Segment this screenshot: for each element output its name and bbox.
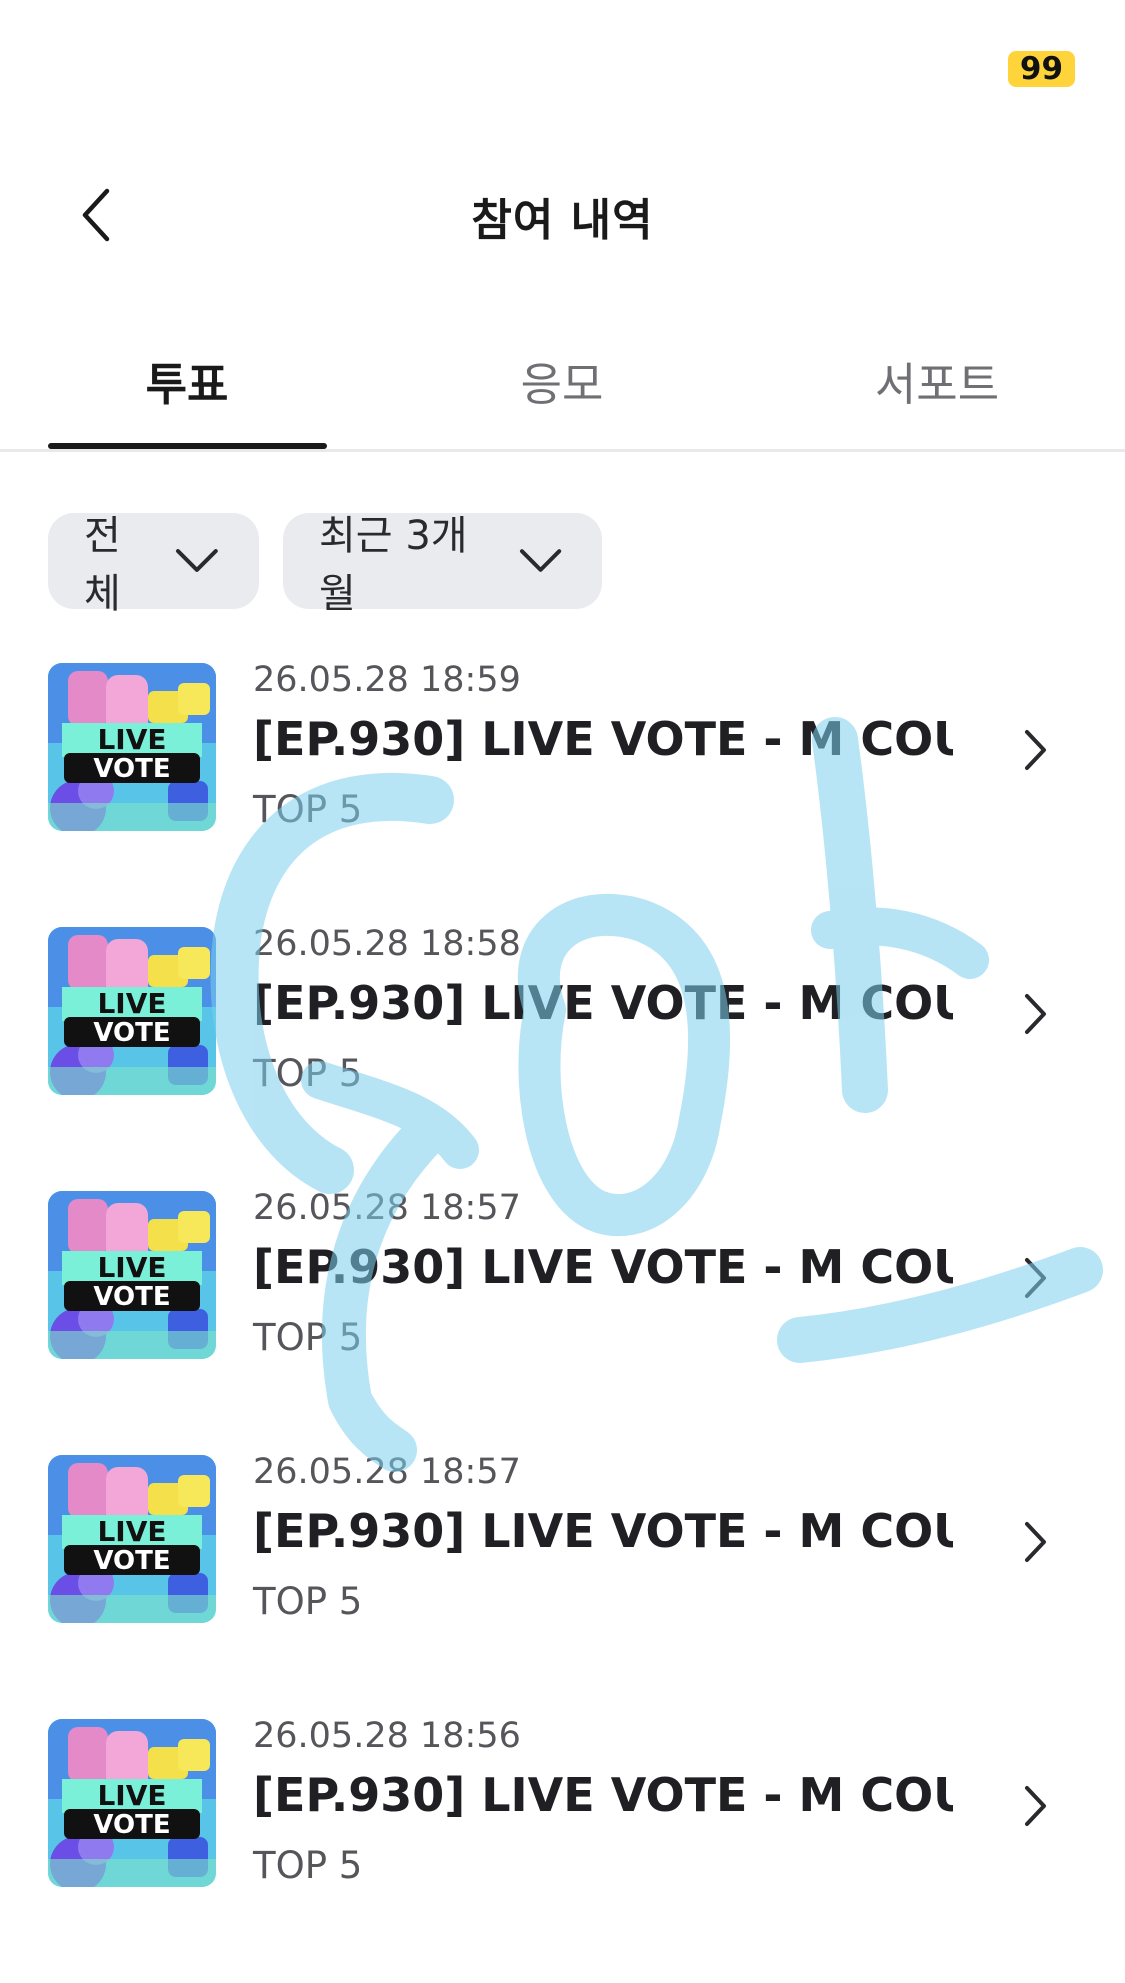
list-item[interactable]: LIVE VOTE 26.05.28 18:56 [EP.930] LIVE V… — [0, 1716, 1125, 1887]
tab-vote[interactable]: 투표 — [47, 348, 327, 413]
period-filter-label: 최근 3개월 — [319, 513, 468, 617]
list-item[interactable]: LIVE VOTE 26.05.28 18:57 [EP.930] LIVE V… — [0, 1188, 1125, 1359]
chevron-right-icon — [1015, 989, 1055, 1039]
item-title: [EP.930] LIVE VOTE - M COU... — [253, 976, 953, 1030]
thumb-line1: LIVE — [97, 1251, 166, 1284]
item-title: [EP.930] LIVE VOTE - M COU... — [253, 1768, 953, 1822]
tab-indicator — [48, 443, 327, 449]
status-bar: 99 — [0, 0, 1125, 140]
period-filter[interactable]: 최근 3개월 — [283, 513, 602, 617]
live-vote-thumbnail: LIVE VOTE — [48, 1191, 216, 1359]
item-date: 26.05.28 18:58 — [253, 924, 521, 964]
item-title: [EP.930] LIVE VOTE - M COU... — [253, 1240, 953, 1294]
thumb-line1: LIVE — [97, 1515, 166, 1548]
item-subtitle: TOP 5 — [253, 1052, 363, 1095]
thumb-line2: VOTE — [93, 1282, 170, 1312]
list-item[interactable]: LIVE VOTE 26.05.28 18:57 [EP.930] LIVE V… — [0, 1452, 1125, 1623]
item-subtitle: TOP 5 — [253, 788, 363, 831]
header: 참여 내역 — [0, 160, 1125, 270]
tab-bar: 투표 응모 서포트 — [0, 330, 1125, 452]
item-date: 26.05.28 18:57 — [253, 1452, 521, 1492]
chevron-right-icon — [1015, 1517, 1055, 1567]
category-filter[interactable]: 전체 — [48, 513, 259, 617]
thumb-line2: VOTE — [93, 1018, 170, 1048]
tab-entry[interactable]: 응모 — [422, 348, 702, 413]
notification-badge: 99 — [1008, 51, 1075, 87]
thumb-line1: LIVE — [97, 723, 166, 756]
list-item[interactable]: LIVE VOTE 26.05.28 18:58 [EP.930] LIVE V… — [0, 924, 1125, 1095]
chevron-down-icon — [176, 549, 219, 572]
live-vote-thumbnail: LIVE VOTE — [48, 927, 216, 1095]
filter-bar: 전체 최근 3개월 — [48, 513, 602, 617]
thumb-line2: VOTE — [93, 754, 170, 784]
item-subtitle: TOP 5 — [253, 1316, 363, 1359]
page-title: 참여 내역 — [471, 195, 654, 246]
item-date: 26.05.28 18:56 — [253, 1716, 521, 1756]
thumb-line1: LIVE — [97, 1779, 166, 1812]
thumb-line2: VOTE — [93, 1546, 170, 1576]
tab-support[interactable]: 서포트 — [797, 348, 1077, 413]
thumb-line1: LIVE — [97, 987, 166, 1020]
chevron-right-icon — [1015, 725, 1055, 775]
category-filter-label: 전체 — [84, 513, 121, 617]
thumb-line2: VOTE — [93, 1810, 170, 1840]
item-date: 26.05.28 18:59 — [253, 660, 521, 700]
live-vote-thumbnail: LIVE VOTE — [48, 1455, 216, 1623]
item-subtitle: TOP 5 — [253, 1844, 363, 1887]
list-item[interactable]: LIVE VOTE 26.05.28 18:59 [EP.930] LIVE V… — [0, 660, 1125, 831]
live-vote-thumbnail: LIVE VOTE — [48, 1719, 216, 1887]
item-title: [EP.930] LIVE VOTE - M COU... — [253, 1504, 953, 1558]
live-vote-thumbnail: LIVE VOTE — [48, 663, 216, 831]
chevron-right-icon — [1015, 1781, 1055, 1831]
chevron-right-icon — [1015, 1253, 1055, 1303]
item-date: 26.05.28 18:57 — [253, 1188, 521, 1228]
chevron-down-icon — [519, 549, 562, 572]
item-subtitle: TOP 5 — [253, 1580, 363, 1623]
item-title: [EP.930] LIVE VOTE - M COU... — [253, 712, 953, 766]
